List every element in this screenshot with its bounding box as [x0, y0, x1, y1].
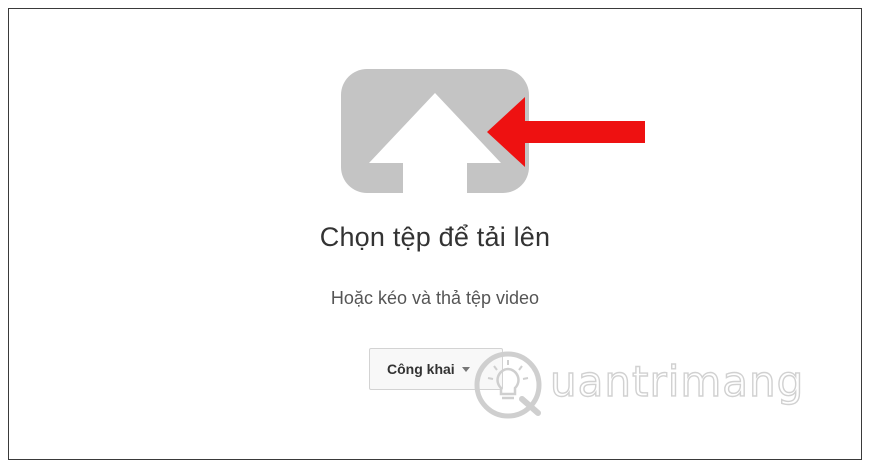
watermark: uantrimang: [464, 341, 824, 431]
privacy-dropdown[interactable]: Công khai: [369, 348, 503, 390]
upload-subtitle: Hoặc kéo và thả tệp video: [330, 288, 540, 308]
upload-title: Chọn tệp để tải lên: [319, 222, 551, 252]
upload-drop-zone[interactable]: Chọn tệp để tải lên Hoặc kéo và thả tệp …: [9, 9, 861, 459]
upload-panel: Chọn tệp để tải lên Hoặc kéo và thả tệp …: [8, 8, 862, 460]
caret-down-icon: [461, 366, 470, 372]
red-arrow-icon: [487, 97, 647, 167]
privacy-dropdown-label: Công khai: [387, 361, 455, 377]
watermark-text: uantrimang: [549, 356, 805, 406]
